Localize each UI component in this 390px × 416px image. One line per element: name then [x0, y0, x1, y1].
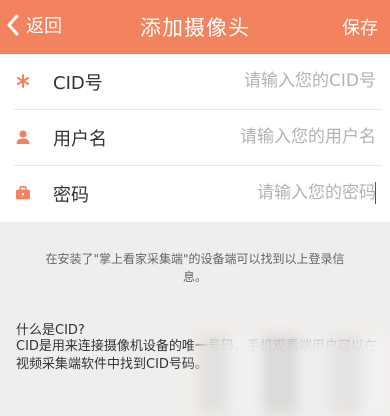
- page-title: 添加摄像头: [140, 16, 250, 40]
- cid-label: CID号: [53, 73, 103, 94]
- hint-text: 在安装了"掌上看家采集端"的设备端可以找到以上登录信息。: [45, 252, 345, 284]
- cid-row: CID号: [0, 54, 390, 110]
- cid-input[interactable]: [176, 66, 376, 96]
- briefcase-icon: [14, 184, 32, 202]
- text-cursor: [375, 182, 376, 204]
- username-label: 用户名: [53, 129, 107, 150]
- password-row: 密码: [0, 166, 390, 222]
- login-form: CID号 用户名 密码: [0, 54, 390, 222]
- save-button[interactable]: 保存: [342, 14, 378, 40]
- top-bar: 返回 添加摄像头 保存: [0, 0, 390, 54]
- user-icon: [14, 128, 32, 146]
- faq-question: 什么是CID?: [16, 323, 85, 338]
- username-input[interactable]: [176, 122, 376, 152]
- asterisk-icon: [14, 72, 32, 90]
- blur-overlay: [198, 334, 388, 414]
- password-label: 密码: [53, 185, 89, 206]
- username-row: 用户名: [0, 110, 390, 166]
- password-input[interactable]: [176, 178, 376, 208]
